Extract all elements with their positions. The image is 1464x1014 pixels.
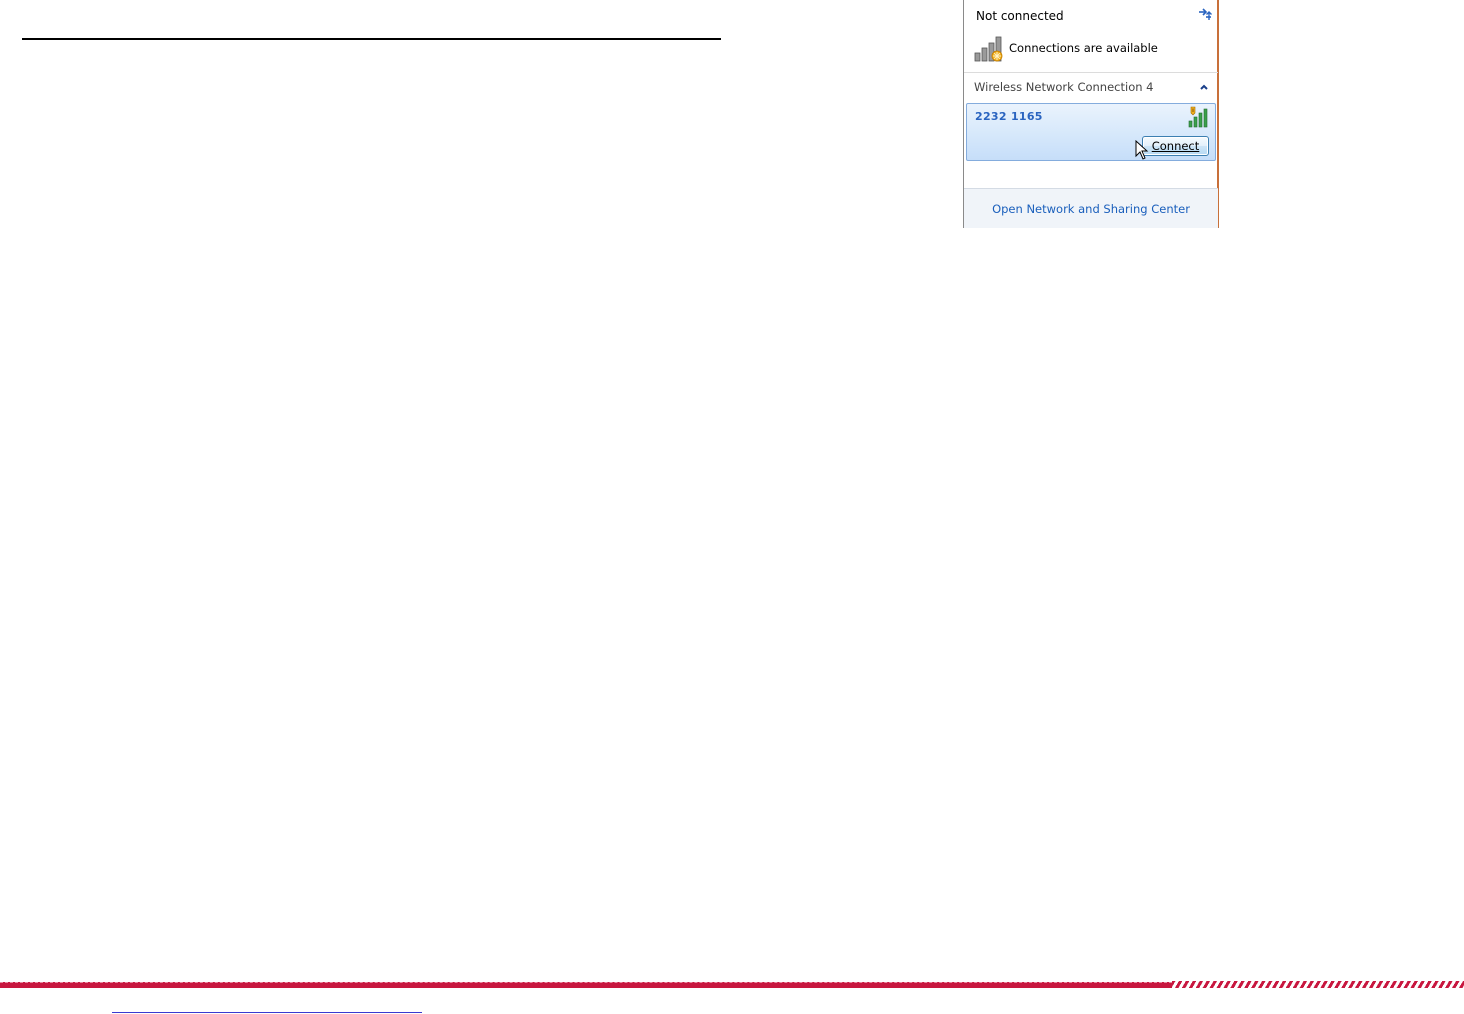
- connections-available-text: Connections are available: [1009, 41, 1158, 55]
- signal-bars-warning-icon: [974, 36, 1003, 62]
- bottom-link-underline: [112, 1012, 422, 1013]
- network-name: 2232 1165: [975, 110, 1043, 123]
- connect-button[interactable]: Connect: [1142, 136, 1209, 156]
- bottom-red-hatch: [1172, 981, 1464, 988]
- flyout-footer: Open Network and Sharing Center: [964, 188, 1218, 228]
- open-network-sharing-center-link[interactable]: Open Network and Sharing Center: [964, 202, 1218, 216]
- network-flyout: Not connected Connections are available …: [963, 0, 1219, 228]
- connect-button-label: Connect: [1151, 139, 1200, 153]
- top-horizontal-rule: [22, 38, 721, 40]
- signal-strength-unsecured-icon: [1188, 106, 1208, 128]
- mouse-pointer-icon: [1135, 140, 1149, 160]
- network-list-item[interactable]: 2232 1165 Connect: [966, 103, 1216, 161]
- bottom-red-band: [0, 982, 1172, 988]
- wireless-connection-group-header[interactable]: Wireless Network Connection 4: [964, 73, 1218, 101]
- wireless-connection-label: Wireless Network Connection 4: [974, 80, 1154, 94]
- connection-status-title: Not connected: [976, 9, 1064, 23]
- chevron-up-icon[interactable]: [1198, 81, 1210, 93]
- refresh-arrows-icon[interactable]: [1197, 6, 1213, 22]
